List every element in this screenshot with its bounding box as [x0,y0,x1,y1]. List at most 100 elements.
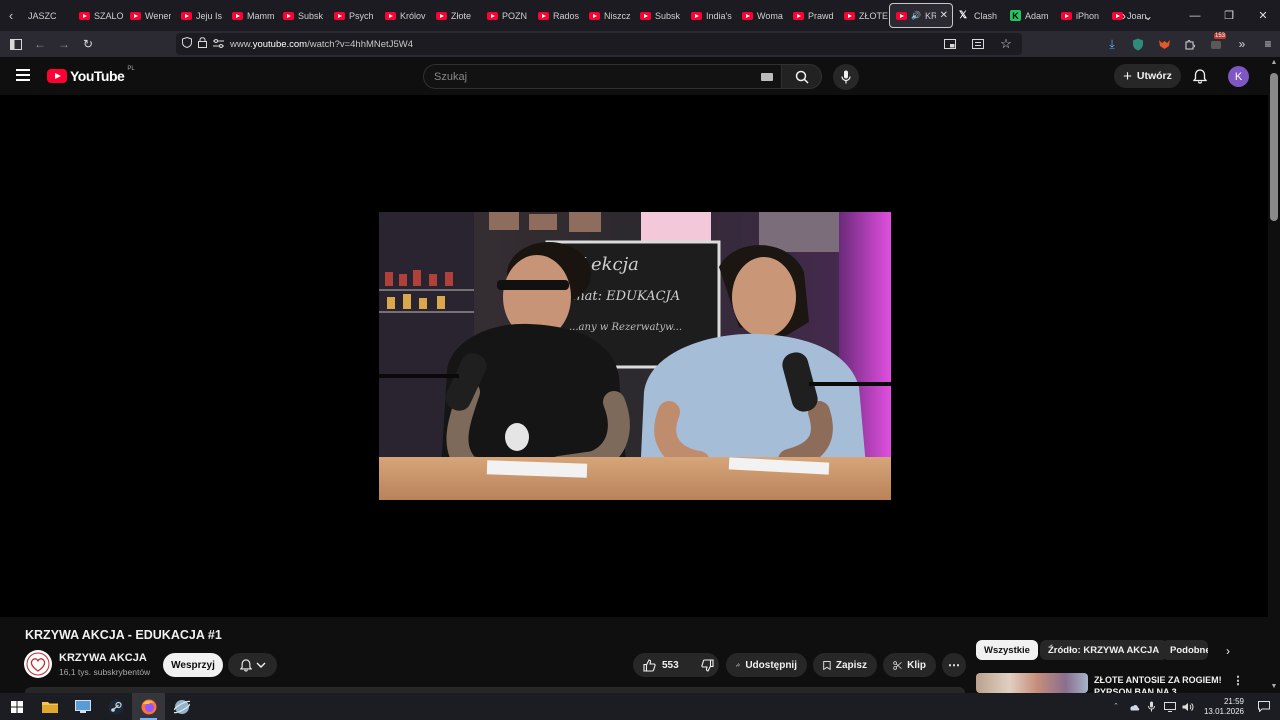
volume-icon[interactable] [1182,701,1194,713]
tracking-protection-icon[interactable] [182,35,192,53]
youtube-play-logo-icon [47,69,67,83]
search-input[interactable] [434,70,754,83]
onedrive-cloud-icon[interactable] [1128,701,1140,713]
browser-tab[interactable]: 𝕏 Clash [953,3,1004,28]
tab-scroll-right-button[interactable]: › [1113,0,1135,31]
chips-next-button[interactable]: › [1219,642,1237,660]
tab-label: Woma [757,10,783,21]
network-icon[interactable] [1163,701,1176,713]
shield-extension-icon[interactable] [1126,32,1150,56]
browser-tab[interactable]: iPhon [1055,3,1106,28]
save-button[interactable]: Zapisz [813,653,877,677]
app-menu-icon[interactable]: ≡ [1256,32,1280,56]
browser-tab[interactable]: Niszcz [583,3,634,28]
browser-tab[interactable]: POZN [481,3,532,28]
extension-badge-icon[interactable]: 153 [1204,32,1228,56]
browser-tab[interactable]: ZŁOTE [838,3,889,28]
start-button[interactable] [0,693,33,720]
clip-button[interactable]: Klip [883,653,936,677]
voice-search-button[interactable] [833,64,859,90]
url-text[interactable]: www.youtube.com/watch?v=4hhMNetJ5W4 [230,39,413,50]
create-button[interactable]: + Utwórz [1114,64,1181,88]
account-avatar[interactable]: K [1228,66,1249,87]
tab-list-button[interactable]: ⌄ [1137,0,1159,31]
channel-avatar[interactable] [24,650,52,678]
browser-tab-active[interactable]: 🔊KRZ ✕ [889,3,953,28]
reader-view-icon[interactable] [966,32,990,56]
taskbar-clock[interactable]: 21:59 13.01.2026 [1204,697,1244,717]
video-frame[interactable]: Lekcja Temat: EDUKACJA ...any w Rezerwat… [379,212,891,500]
browser-tab[interactable]: Jeju Is [175,3,226,28]
browser-tab[interactable]: Psych [328,3,379,28]
tab-label: Subsk [655,10,681,21]
speaker-icon[interactable]: 🔊 [911,11,921,20]
support-button[interactable]: Wesprzyj [163,653,223,677]
browser-tab[interactable]: K Adam [1004,3,1055,28]
browser-tab[interactable]: Subsk [277,3,328,28]
extensions-puzzle-icon[interactable] [1178,32,1202,56]
browser-tab[interactable]: Królov [379,3,430,28]
minimize-button[interactable]: — [1178,0,1212,31]
recommendation-title[interactable]: ZŁOTE ANTOSIE ZA ROGIEM! PYRSON BAN NA 3… [1094,674,1224,693]
browser-tab[interactable]: Rados [532,3,583,28]
browser-tab[interactable]: Woma [736,3,787,28]
lock-icon[interactable] [198,35,207,53]
notifications-button[interactable] [1189,65,1211,87]
browser-tab[interactable]: Złote [430,3,481,28]
browser-tab[interactable]: Mamm [226,3,277,28]
taskbar-steam[interactable] [99,693,132,720]
url-bar[interactable]: www.youtube.com/watch?v=4hhMNetJ5W4 ☆ [176,33,1022,55]
tab-scroll-left-button[interactable]: ‹ [0,0,22,31]
recommendation-thumbnail[interactable] [976,673,1088,693]
browser-tab[interactable]: Subsk [634,3,685,28]
browser-tab[interactable]: Wener [124,3,175,28]
sidebar-toggle-icon[interactable] [4,32,28,56]
browser-tab[interactable]: SZALO [73,3,124,28]
reload-button[interactable]: ↻ [76,32,100,56]
browser-tab[interactable]: Prawd [787,3,838,28]
youtube-logo[interactable]: YouTube PL [47,66,135,84]
youtube-favicon-icon [79,11,90,20]
scroll-up-arrow-icon[interactable]: ▲ [1270,59,1278,67]
taskbar-monitor-app[interactable] [66,693,99,720]
guide-menu-icon[interactable] [16,69,30,81]
close-window-button[interactable]: ✕ [1246,0,1280,31]
channel-name[interactable]: KRZYWA AKCJA [59,652,147,664]
share-button[interactable]: Udostępnij [726,653,807,677]
subscription-notifications-button[interactable] [228,653,277,677]
forward-button[interactable]: → [52,32,76,56]
taskbar-file-explorer[interactable] [33,693,66,720]
restore-button[interactable]: ❐ [1212,0,1246,31]
bookmark-star-icon[interactable]: ☆ [994,32,1018,56]
page-scrollbar[interactable]: ▲ ▼ [1268,57,1280,693]
chip-source[interactable]: Źródło: KRZYWA AKCJA [1040,640,1168,660]
fox-extension-icon[interactable] [1152,32,1176,56]
browser-tab[interactable]: India's [685,3,736,28]
scroll-down-arrow-icon[interactable]: ▼ [1270,683,1278,691]
chip-related[interactable]: Podobne [1162,640,1208,660]
dislike-button[interactable] [701,658,714,672]
back-button[interactable]: ← [28,32,52,56]
search-button[interactable] [781,64,822,89]
tray-chevron-up-icon[interactable]: ˆ [1110,701,1122,713]
taskbar-globe-app[interactable] [165,693,198,720]
permissions-icon[interactable] [213,35,224,53]
picture-in-picture-icon[interactable] [938,32,962,56]
scrollbar-thumb[interactable] [1270,73,1278,221]
overflow-chevrons-icon[interactable]: » [1230,32,1254,56]
subscriber-count: 16,1 tys. subskrybentów [59,667,151,677]
keyboard-icon[interactable] [761,73,773,81]
downloads-icon[interactable]: ⤓ [1100,32,1124,56]
taskbar-firefox[interactable] [132,693,165,720]
chip-all[interactable]: Wszystkie [976,640,1038,660]
notification-center-icon[interactable] [1258,701,1270,713]
browser-tab[interactable]: JASZC [22,3,73,28]
microphone-tray-icon[interactable] [1146,701,1158,713]
more-actions-button[interactable]: ⋯ [942,653,966,677]
tab-label: Adam [1025,10,1049,21]
tab-close-icon[interactable]: ✕ [940,10,952,21]
video-player[interactable]: Lekcja Temat: EDUKACJA ...any w Rezerwat… [0,95,1268,617]
like-button[interactable]: 553 [643,658,679,672]
clip-label: Klip [907,659,926,671]
recommendation-menu-button[interactable]: ⋮ [1232,674,1244,688]
